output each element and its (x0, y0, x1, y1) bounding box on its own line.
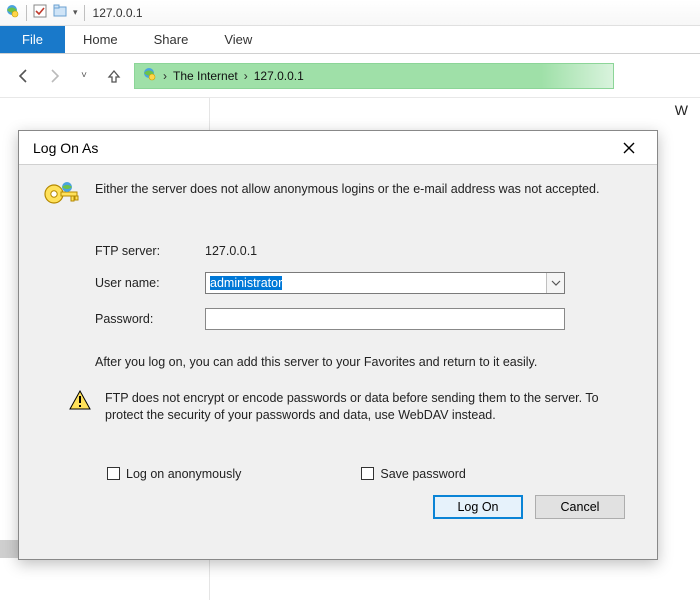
address-bar-area: ˅ › The Internet › 127.0.0.1 (0, 54, 700, 98)
qat-properties-icon[interactable] (33, 4, 47, 21)
separator (84, 5, 85, 21)
warning-icon (69, 390, 91, 413)
chevron-right-icon: › (244, 69, 248, 83)
app-icon (4, 3, 20, 22)
address-bar[interactable]: › The Internet › 127.0.0.1 (134, 63, 614, 89)
window-title: 127.0.0.1 (93, 6, 143, 20)
key-icon (41, 181, 81, 222)
logon-button[interactable]: Log On (433, 495, 523, 519)
qat-dropdown-icon[interactable]: ▾ (73, 7, 78, 18)
warning-text: FTP does not encrypt or encode passwords… (105, 390, 635, 425)
quick-access-toolbar: ▾ 127.0.0.1 (0, 0, 700, 26)
stray-letter: W (675, 102, 688, 118)
forward-button[interactable] (44, 66, 64, 86)
content-area: W Log On As (0, 98, 700, 600)
dialog-titlebar: Log On As (19, 131, 657, 165)
password-label: Password: (95, 312, 205, 326)
separator (26, 5, 27, 21)
qat-newfolder-icon[interactable] (53, 4, 67, 21)
anonymous-checkbox[interactable]: Log on anonymously (107, 467, 241, 481)
close-button[interactable] (611, 136, 647, 160)
username-label: User name: (95, 276, 205, 290)
ftp-server-value: 127.0.0.1 (205, 244, 565, 258)
chevron-right-icon: › (163, 69, 167, 83)
dialog-title: Log On As (33, 140, 98, 156)
tab-file[interactable]: File (0, 26, 65, 53)
ribbon-tabs: File Home Share View (0, 26, 700, 54)
logon-dialog: Log On As Either the (18, 130, 658, 560)
favorites-note: After you log on, you can add this serve… (95, 354, 635, 372)
location-icon (141, 66, 157, 85)
username-input[interactable] (206, 273, 544, 293)
save-password-checkbox[interactable]: Save password (361, 467, 465, 481)
checkbox-box[interactable] (361, 467, 374, 480)
up-button[interactable] (104, 66, 124, 86)
tab-home[interactable]: Home (65, 26, 136, 53)
cancel-button[interactable]: Cancel (535, 495, 625, 519)
back-button[interactable] (14, 66, 34, 86)
breadcrumb-root[interactable]: The Internet (173, 69, 238, 83)
tab-share[interactable]: Share (136, 26, 207, 53)
ftp-server-label: FTP server: (95, 244, 205, 258)
chevron-down-icon[interactable] (546, 273, 564, 293)
save-password-label: Save password (380, 467, 465, 481)
anonymous-label: Log on anonymously (126, 467, 241, 481)
recent-locations-dropdown[interactable]: ˅ (74, 66, 94, 86)
tab-view[interactable]: View (206, 26, 270, 53)
checkbox-box[interactable] (107, 467, 120, 480)
username-combobox[interactable] (205, 272, 565, 294)
password-input[interactable] (205, 308, 565, 330)
breadcrumb-current[interactable]: 127.0.0.1 (254, 69, 304, 83)
dialog-message: Either the server does not allow anonymo… (95, 181, 635, 199)
dialog-body: Either the server does not allow anonymo… (19, 165, 657, 559)
